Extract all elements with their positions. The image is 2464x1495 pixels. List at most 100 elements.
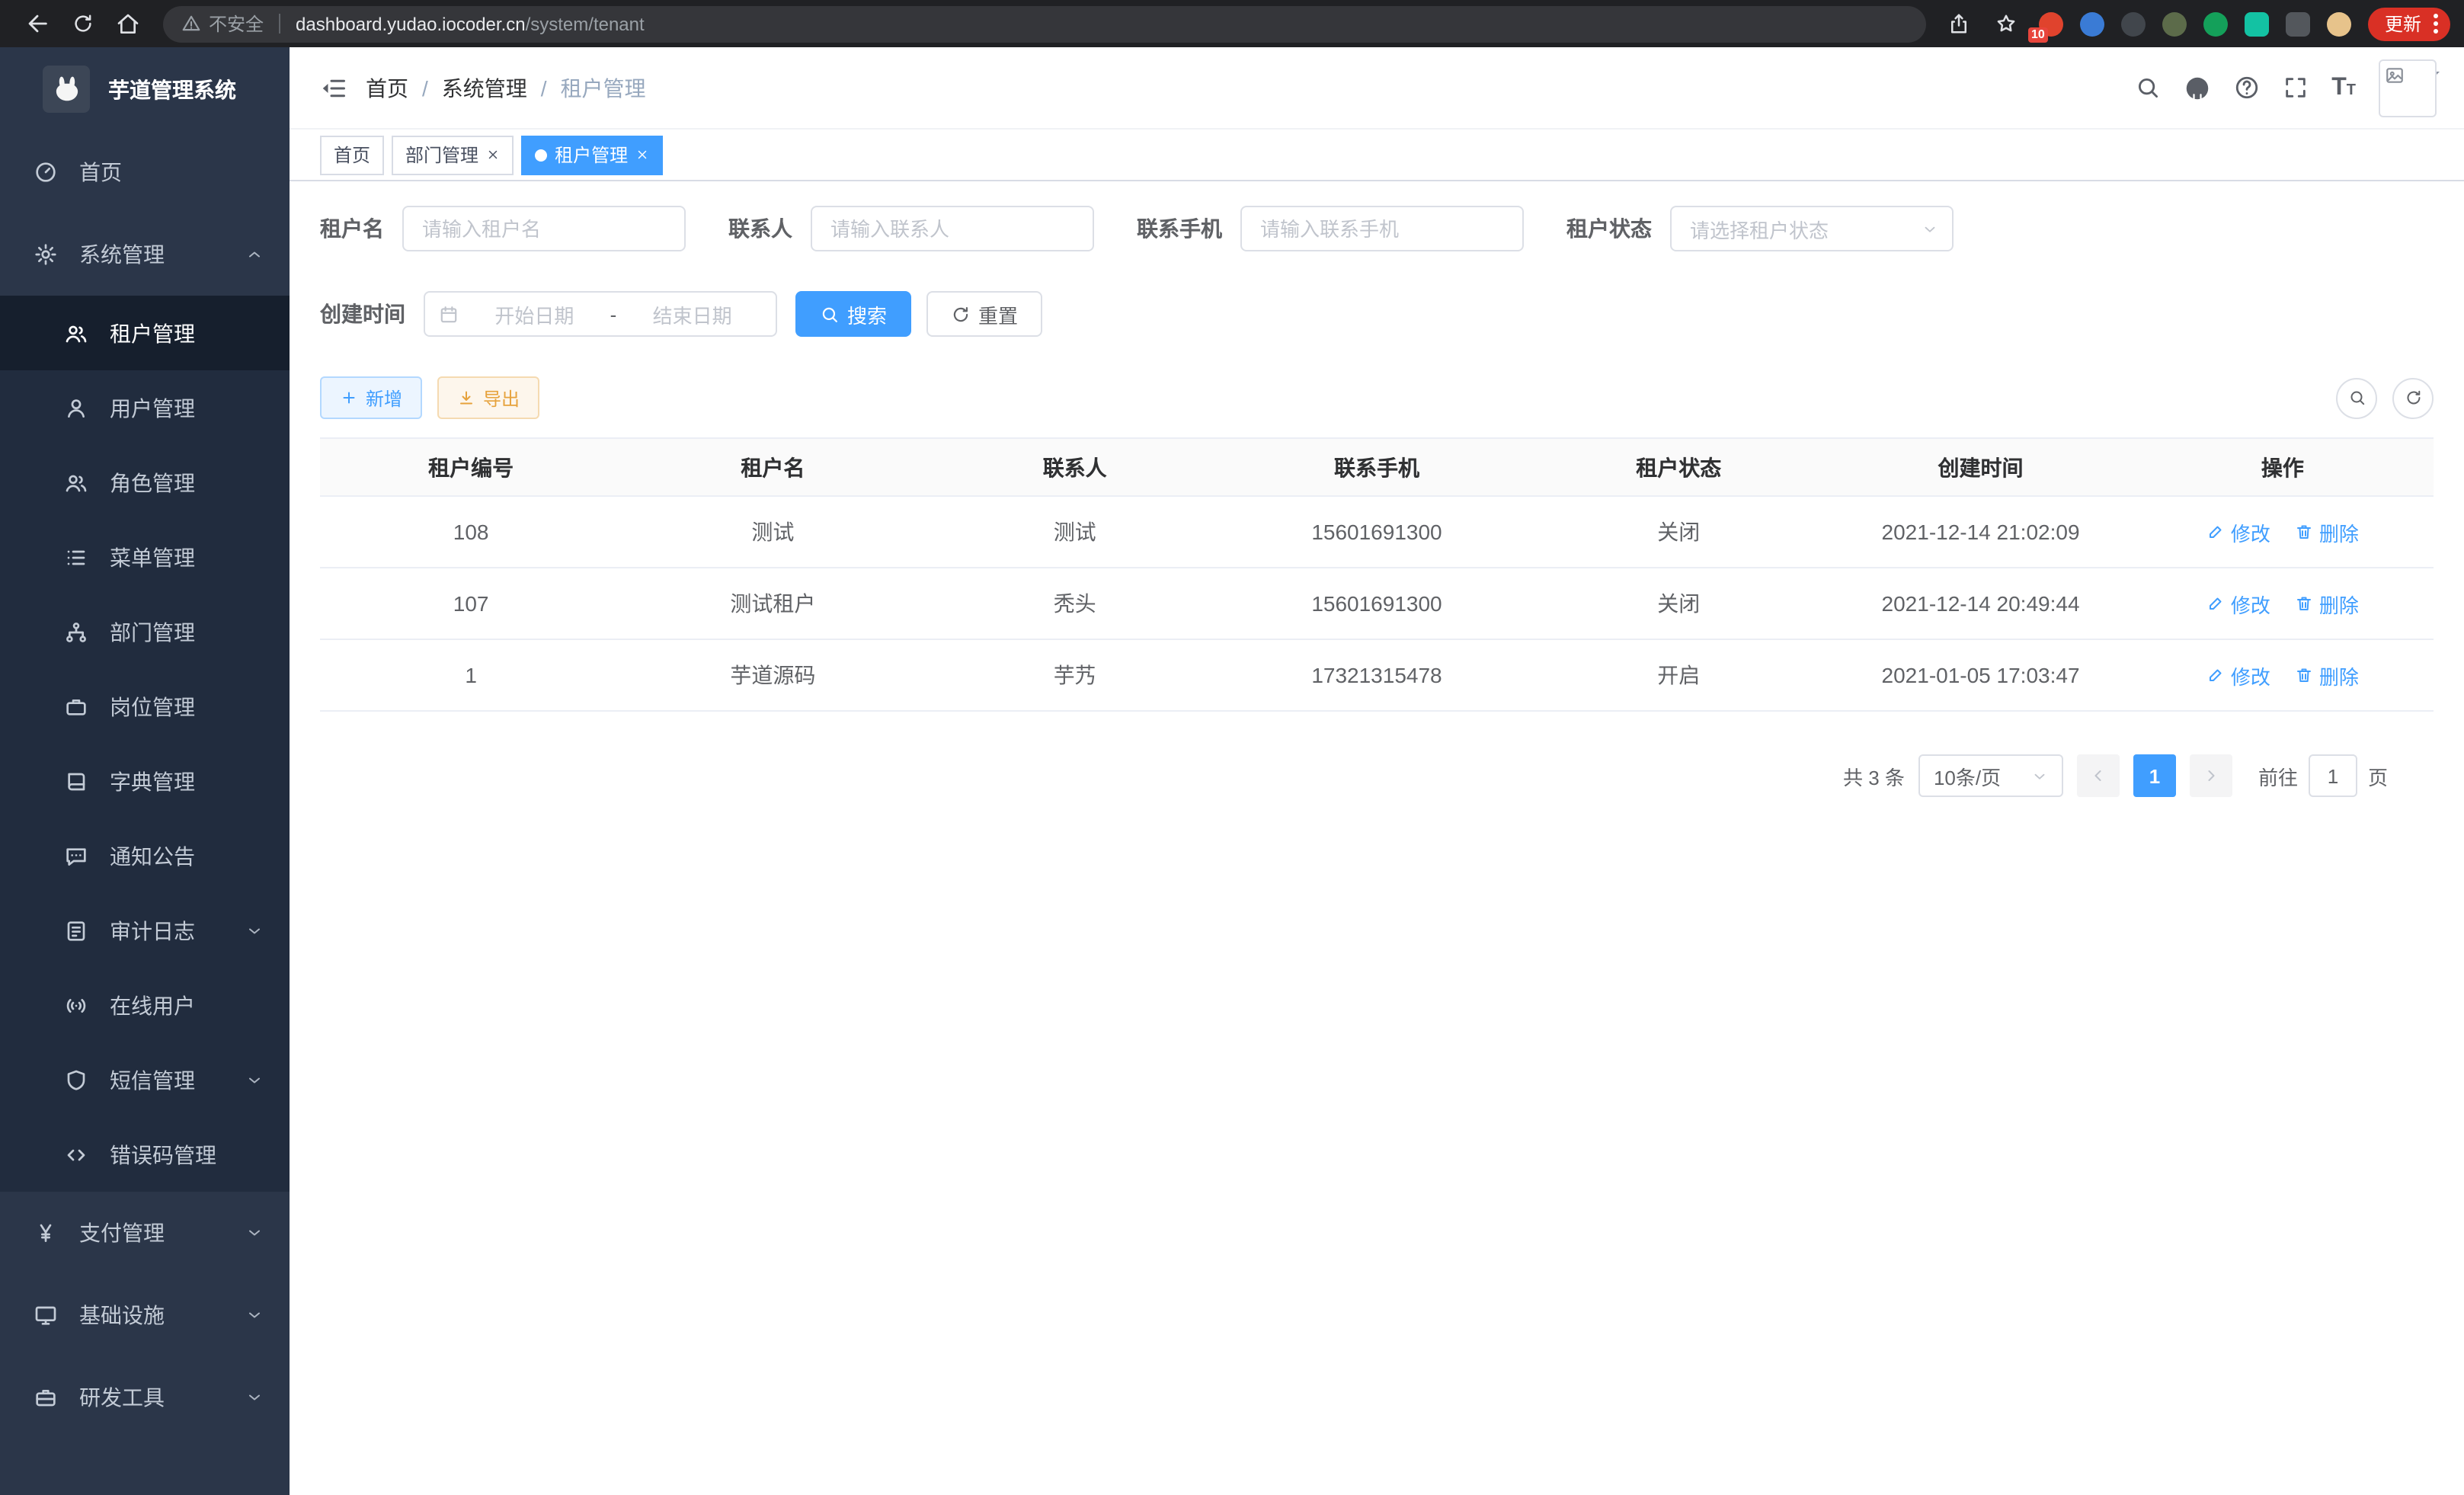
contact-input[interactable] [811,206,1094,251]
sidebar-item-menu[interactable]: 菜单管理 [0,520,290,594]
sidebar-item-label: 首页 [79,157,122,187]
extension-blue-icon[interactable] [2080,11,2104,36]
sidebar-item-label: 支付管理 [79,1218,165,1248]
active-tab-dot [535,149,547,161]
edit-button[interactable]: 修改 [2206,661,2270,690]
chat-bubble-icon [64,844,88,868]
sidebar-item-payment[interactable]: 支付管理 [0,1192,290,1274]
page-number-1[interactable]: 1 [2133,754,2176,797]
browser-home-button[interactable] [108,5,148,42]
prev-page-button[interactable] [2077,754,2120,797]
help-icon[interactable] [2234,75,2260,101]
goto-page: 前往 页 [2258,754,2388,797]
app-title: 芋道管理系统 [108,74,236,104]
download-icon [457,389,475,407]
delete-icon [2295,666,2313,684]
address-bar[interactable]: 不安全 dashboard.yudao.iocoder.cn/system/te… [163,5,1926,42]
page-size-select[interactable]: 10条/页 [1918,754,2063,797]
sidebar-item-infrastructure[interactable]: 基础设施 [0,1274,290,1356]
cell-status: 开启 [1528,639,1829,711]
sidebar-item-user[interactable]: 用户管理 [0,370,290,445]
browser-reload-button[interactable] [62,5,102,42]
tab-dept-manage[interactable]: 部门管理 [392,135,514,174]
next-page-button[interactable] [2190,754,2232,797]
sidebar-item-tenant[interactable]: 租户管理 [0,296,290,370]
refresh-table-button[interactable] [2392,377,2434,418]
user-menu[interactable] [2379,59,2440,117]
header-search-button[interactable] [2135,75,2161,101]
table-row: 1 芋道源码 芋艿 17321315478 开启 2021-01-05 17:0… [320,639,2434,711]
font-size-small-glyph: T [2347,82,2356,98]
sidebar-item-role[interactable]: 角色管理 [0,445,290,520]
phone-input[interactable] [1240,206,1524,251]
extension-dark-icon[interactable] [2121,11,2146,36]
sidebar-item-audit-log[interactable]: 审计日志 [0,893,290,968]
bookmark-star-button[interactable] [1992,5,2022,42]
delete-button[interactable]: 删除 [2295,589,2359,618]
user-avatar[interactable] [2379,59,2437,117]
tenant-status-select[interactable]: 请选择租户状态 [1670,206,1954,251]
sidebar-item-post[interactable]: 岗位管理 [0,669,290,744]
sidebar-item-notice[interactable]: 通知公告 [0,818,290,893]
tab-tenant-manage[interactable]: 租户管理 [521,135,663,174]
create-time-range-picker[interactable]: 开始日期 - 结束日期 [424,291,777,337]
add-button[interactable]: 新增 [320,376,422,419]
search-button[interactable]: 搜索 [795,291,911,337]
sidebar-toggle-button[interactable] [302,74,366,101]
extension-adblock-icon[interactable]: 10 [2039,11,2063,36]
delete-button[interactable]: 删除 [2295,517,2359,546]
sidebar-item-sms[interactable]: 短信管理 [0,1042,290,1117]
breadcrumb-system[interactable]: 系统管理 [442,72,527,103]
sidebar-item-dict[interactable]: 字典管理 [0,744,290,818]
close-icon[interactable] [486,148,500,162]
sidebar-item-label: 租户管理 [110,318,195,348]
sidebar-item-home[interactable]: 首页 [0,131,290,213]
delete-button[interactable]: 删除 [2295,661,2359,690]
sidebar-item-label: 在线用户 [110,990,195,1020]
chevron-down-icon [2031,767,2048,784]
font-size-large-glyph: T [2331,74,2347,101]
goto-page-input[interactable] [2309,754,2357,797]
extension-plug-icon[interactable] [2286,11,2310,36]
tab-label: 首页 [334,142,370,168]
browser-back-button[interactable] [17,5,56,42]
app-logo[interactable]: 芋道管理系统 [0,47,290,131]
edit-button[interactable]: 修改 [2206,517,2270,546]
extension-tan-icon[interactable] [2327,11,2351,36]
reset-button[interactable]: 重置 [926,291,1042,337]
edit-button[interactable]: 修改 [2206,589,2270,618]
signal-icon [64,993,88,1017]
topbar: 首页 / 系统管理 / 租户管理 TT [290,47,2464,130]
share-button[interactable] [1944,5,1975,42]
sidebar-item-error-code[interactable]: 错误码管理 [0,1117,290,1192]
close-icon[interactable] [635,148,649,162]
extension-olive-icon[interactable] [2162,11,2187,36]
fullscreen-icon[interactable] [2283,75,2309,101]
cell-tenant-id: 1 [320,639,622,711]
extension-green-icon[interactable] [2203,11,2228,36]
github-icon[interactable] [2184,74,2211,101]
sidebar-item-dept[interactable]: 部门管理 [0,594,290,669]
dashboard-icon [34,160,58,184]
filter-label: 联系手机 [1137,213,1222,244]
security-chip[interactable]: 不安全 [181,11,264,37]
extension-teal-icon[interactable] [2245,11,2269,36]
browser-update-button[interactable]: 更新 [2368,7,2450,40]
cell-status: 关闭 [1528,568,1829,639]
tab-home[interactable]: 首页 [320,135,384,174]
filter-row-2: 创建时间 开始日期 - 结束日期 搜索 重置 [320,291,2434,337]
breadcrumb-home[interactable]: 首页 [366,72,408,103]
sidebar-item-dev-tools[interactable]: 研发工具 [0,1356,290,1439]
cell-contact: 秃头 [924,568,1226,639]
sidebar-item-online-users[interactable]: 在线用户 [0,968,290,1042]
sidebar-item-label: 角色管理 [110,467,195,498]
search-icon [2347,389,2366,407]
toggle-search-button[interactable] [2336,377,2377,418]
font-size-button[interactable]: TT [2331,74,2356,101]
tenant-name-input[interactable] [402,206,686,251]
sidebar-item-system[interactable]: 系统管理 [0,213,290,296]
goto-label: 前往 [2258,761,2298,790]
cell-phone: 15601691300 [1226,568,1528,639]
export-button[interactable]: 导出 [437,376,539,419]
extension-badge: 10 [2028,27,2048,42]
